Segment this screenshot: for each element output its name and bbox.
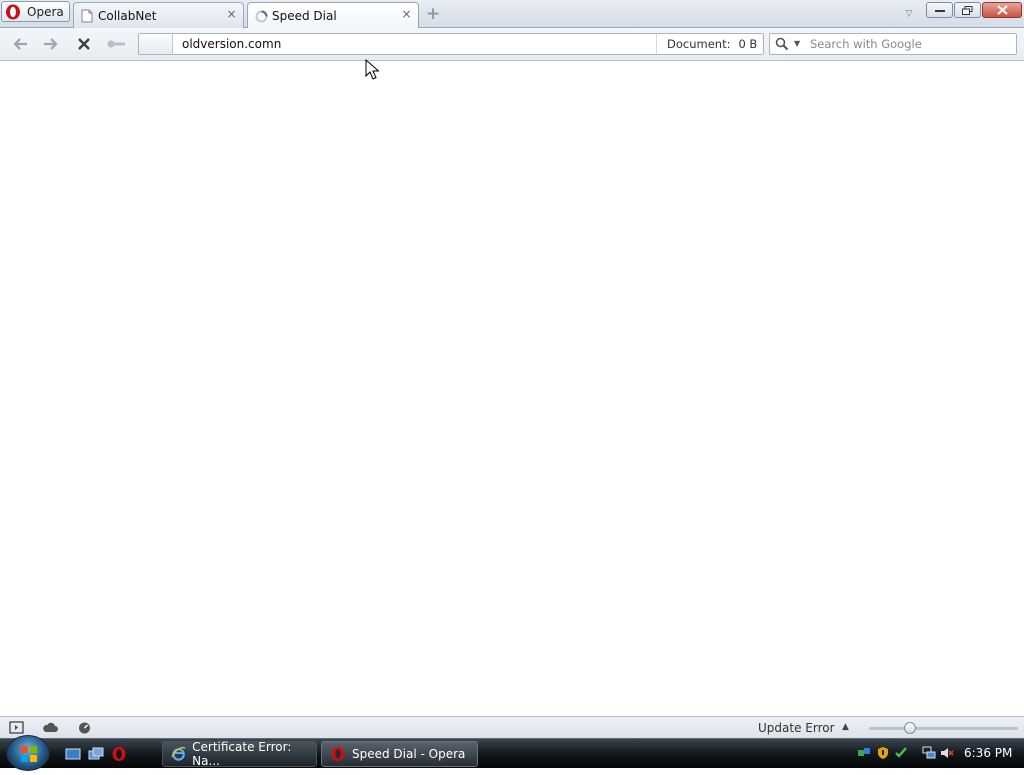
close-tab-icon[interactable]: ×	[401, 8, 412, 20]
opera-logo-icon	[6, 4, 20, 19]
panel-toggle-icon[interactable]	[9, 721, 24, 734]
update-status-text[interactable]: Update Error	[758, 721, 835, 735]
back-arrow-icon	[13, 38, 27, 50]
taskbar-item-label: Certificate Error: Na...	[192, 740, 292, 768]
tab-label: Speed Dial	[272, 9, 337, 23]
close-tab-icon[interactable]: ×	[226, 8, 237, 20]
zoom-slider-handle[interactable]	[904, 722, 916, 734]
windows-taskbar: Certificate Error: Na... Speed Dial - Op…	[0, 735, 1024, 771]
wand-button[interactable]	[105, 35, 127, 53]
update-arrow-icon[interactable]: ▲	[842, 722, 849, 732]
forward-arrow-icon	[44, 38, 58, 50]
security-shield-icon[interactable]	[876, 746, 890, 760]
document-size: 0 B	[738, 37, 758, 51]
close-icon	[996, 5, 1008, 15]
opera-icon	[331, 747, 345, 761]
window-controls	[926, 2, 1022, 18]
key-icon	[107, 40, 125, 48]
search-engine-dropdown-icon[interactable]: ▼	[794, 39, 800, 48]
document-info: Document: 0 B	[656, 34, 763, 54]
new-tab-icon[interactable]: +	[425, 6, 441, 23]
restore-button[interactable]	[954, 2, 981, 18]
opera-menu-button[interactable]: Opera	[1, 1, 70, 22]
address-url[interactable]: oldversion.comn	[182, 37, 281, 51]
network-sharing-icon[interactable]	[857, 746, 871, 760]
network-connection-icon[interactable]	[922, 746, 936, 760]
status-bar: Update Error ▲	[0, 716, 1024, 738]
loading-spinner-icon	[254, 9, 268, 23]
start-button[interactable]	[6, 735, 50, 771]
turbo-speedometer-icon[interactable]	[77, 721, 92, 734]
search-placeholder[interactable]: Search with Google	[810, 37, 922, 51]
windows-logo-icon	[21, 746, 37, 762]
page-content	[0, 62, 1024, 716]
back-button[interactable]	[9, 35, 31, 53]
forward-button[interactable]	[40, 35, 62, 53]
tab-collabnet[interactable]: CollabNet ×	[73, 2, 244, 28]
switch-windows-icon[interactable]	[88, 746, 104, 762]
unite-cloud-icon[interactable]	[43, 721, 58, 734]
search-field[interactable]: ▼ Search with Google	[769, 33, 1017, 55]
internet-explorer-icon	[171, 746, 186, 761]
stop-x-icon	[78, 38, 90, 50]
restore-icon	[962, 5, 973, 15]
stop-button[interactable]	[73, 35, 95, 53]
taskbar-item-label: Speed Dial - Opera	[352, 747, 466, 761]
taskbar-item-speed-dial-opera[interactable]: Speed Dial - Opera	[321, 741, 478, 767]
tab-speed-dial[interactable]: Speed Dial ×	[247, 2, 419, 29]
search-icon	[775, 37, 789, 51]
address-field[interactable]: oldversion.comn Document: 0 B	[138, 33, 764, 55]
minimize-icon	[934, 10, 945, 12]
navigation-bar: oldversion.comn Document: 0 B ▼ Search w…	[0, 28, 1024, 61]
page-icon	[80, 9, 94, 23]
opera-quicklaunch-icon[interactable]	[111, 746, 127, 762]
taskbar-clock[interactable]: 6:36 PM	[964, 746, 1012, 760]
close-window-button[interactable]	[982, 2, 1022, 18]
tab-list-dropdown-icon[interactable]: ▽	[903, 9, 915, 19]
zoom-slider-track[interactable]	[869, 727, 1018, 730]
show-desktop-icon[interactable]	[65, 746, 81, 762]
volume-muted-icon[interactable]	[940, 746, 954, 760]
tab-bar: Opera CollabNet × Speed Dial × + ▽	[0, 0, 1024, 29]
opera-menu-label: Opera	[27, 4, 64, 19]
minimize-button[interactable]	[926, 2, 953, 18]
checkmark-status-icon[interactable]	[894, 746, 908, 760]
document-label: Document:	[667, 37, 731, 51]
site-info-badge[interactable]	[139, 34, 173, 54]
tab-label: CollabNet	[98, 8, 157, 23]
taskbar-item-certificate-error[interactable]: Certificate Error: Na...	[162, 740, 317, 768]
mouse-cursor-icon	[365, 59, 379, 80]
